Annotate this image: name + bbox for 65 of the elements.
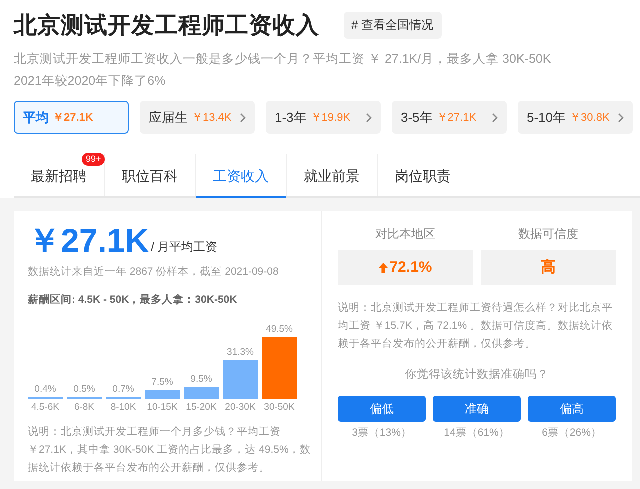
chart-bar bbox=[145, 390, 180, 399]
category-label: 4.5-6K bbox=[32, 402, 60, 413]
vote-button[interactable]: 准确 bbox=[433, 396, 521, 422]
level-salary: ￥13.4K bbox=[192, 111, 232, 125]
category-label: 8-10K bbox=[110, 402, 136, 413]
value-label: 0.5% bbox=[74, 384, 96, 395]
experience-filter[interactable]: 3-5年 ￥27.1K bbox=[392, 101, 507, 134]
national-link[interactable]: # 查看全国情况 bbox=[344, 12, 442, 39]
experience-filter[interactable]: 1-3年 ￥19.9K bbox=[266, 101, 381, 134]
experience-filter[interactable]: 平均 ￥27.1K bbox=[14, 101, 129, 134]
nav-tab[interactable]: 工资收入 bbox=[196, 166, 286, 198]
level-label: 应届生 bbox=[149, 108, 188, 126]
nav-tab[interactable]: 岗位职责 bbox=[378, 166, 468, 198]
vote-button[interactable]: 偏低 bbox=[338, 396, 426, 422]
value-label: 31.3% bbox=[227, 346, 254, 358]
vote-count: 6票（26%） bbox=[542, 426, 602, 440]
category-label: 6-8K bbox=[74, 402, 95, 413]
count-badge: 99+ bbox=[82, 153, 106, 166]
sample-note: 数据统计来自近一年 2867 份样本，截至 2021-09-08 bbox=[28, 265, 280, 279]
explanation-text: 说明：北京测试开发工程师一个月多少钱？平均工资￥27.1K，其中拿 30K-50K 工资的占比最多，达 49.5%，数据统计依赖于各平台发布的公开薪酬，仅供参考。 bbox=[28, 425, 312, 476]
average-salary: ￥27.1K bbox=[28, 223, 150, 259]
stat-value: 高 bbox=[481, 250, 616, 285]
level-salary: ￥30.8K bbox=[570, 111, 610, 125]
chart-bar bbox=[184, 387, 219, 399]
level-salary: ￥27.1K bbox=[53, 111, 94, 125]
chevron-right-icon bbox=[366, 112, 372, 122]
level-label: 平均 bbox=[23, 108, 49, 126]
stat-label: 数据可信度 bbox=[518, 226, 578, 243]
stat-value: 72.1% bbox=[338, 250, 473, 285]
salary-unit: / 月平均工资 bbox=[151, 239, 218, 256]
chart-bar bbox=[223, 360, 258, 399]
level-salary: ￥19.9K bbox=[310, 111, 351, 125]
nav-tab[interactable]: 就业前景 bbox=[287, 166, 377, 198]
value-label: 7.5% bbox=[152, 376, 174, 388]
nav-tab[interactable]: 职位百科 bbox=[105, 166, 195, 198]
category-label: 15-20K bbox=[186, 402, 217, 413]
chevron-right-icon bbox=[618, 112, 624, 122]
salary-range: 薪酬区间: 4.5K - 50K，最多人拿：30K-50K bbox=[28, 293, 238, 307]
level-salary: ￥27.1K bbox=[436, 111, 477, 125]
category-label: 30-50K bbox=[264, 402, 295, 413]
category-label: 20-30K bbox=[225, 402, 256, 413]
value-label: 49.5% bbox=[266, 324, 293, 335]
chevron-right-icon bbox=[240, 112, 246, 122]
experience-filter[interactable]: 应届生 ￥13.4K bbox=[140, 101, 255, 134]
experience-filter[interactable]: 5-10年 ￥30.8K bbox=[518, 101, 633, 134]
level-label: 1-3年 bbox=[275, 108, 307, 126]
page-title: 北京测试开发工程师工资收入 bbox=[14, 11, 320, 40]
level-label: 3-5年 bbox=[401, 108, 433, 126]
chevron-right-icon bbox=[492, 112, 498, 122]
category-label: 10-15K bbox=[147, 402, 178, 413]
value-label: 0.4% bbox=[34, 384, 56, 395]
feedback-question: 你觉得该统计数据准确吗？ bbox=[404, 367, 550, 382]
explanation-text: 说明：北京测试开发工程师工资待遇怎么样？对比北京平均工资 ￥15.7K，高 72.1% 。数据可信度高。数据统计依赖于各平台发布的公开薪酬，仅供参考。 bbox=[338, 301, 614, 352]
vote-count: 3票（13%） bbox=[352, 426, 412, 440]
vote-button[interactable]: 偏高 bbox=[528, 396, 616, 422]
value-label: 0.7% bbox=[112, 384, 134, 395]
summary-text: 北京测试开发工程师工资收入一般是多少钱一个月？平均工资 ￥ 27.1K/月，最多人拿 30K-50K bbox=[14, 51, 552, 68]
chart-bar bbox=[262, 337, 297, 399]
stat-label: 对比本地区 bbox=[376, 226, 436, 243]
up-arrow-icon bbox=[378, 262, 388, 272]
summary-text: 2021年较2020年下降了6% bbox=[14, 73, 167, 90]
value-label: 9.5% bbox=[190, 374, 212, 386]
vote-count: 14票（61%） bbox=[444, 426, 510, 440]
nav-tab[interactable]: 最新招聘 bbox=[14, 166, 104, 198]
level-label: 5-10年 bbox=[527, 108, 566, 126]
